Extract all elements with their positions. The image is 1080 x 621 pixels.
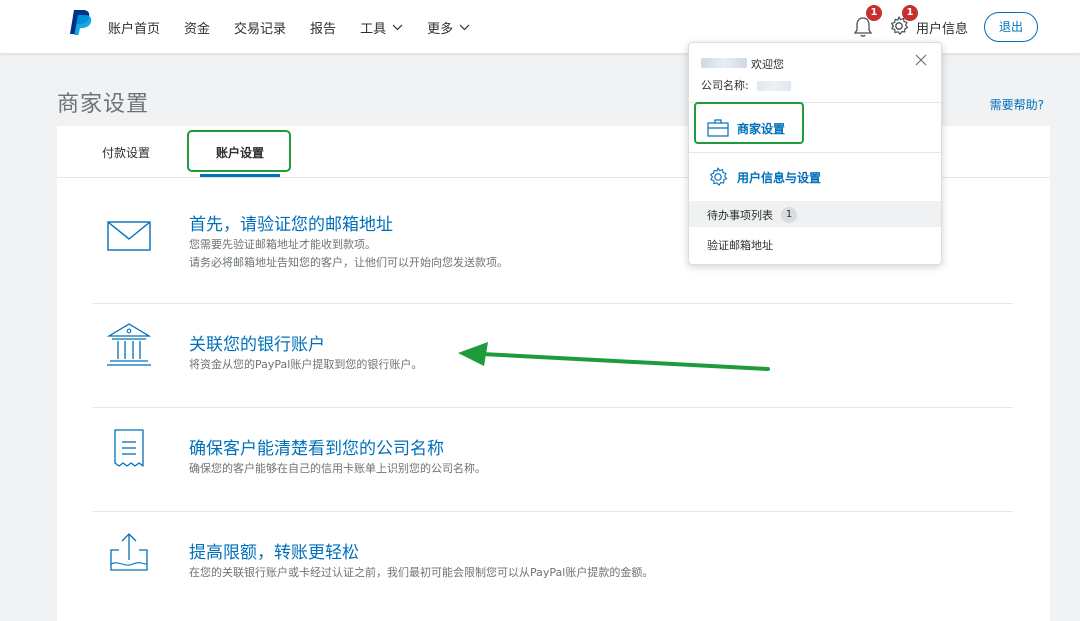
highlight-box-tab <box>187 130 291 172</box>
dropdown-user-settings[interactable]: 用户信息与设置 <box>689 152 941 202</box>
settings-badge: 1 <box>901 5 918 21</box>
notifications-button[interactable]: 1 <box>852 5 882 39</box>
nav-link-more[interactable]: 更多 <box>427 18 470 37</box>
chevron-down-icon <box>459 24 470 30</box>
paypal-logo[interactable] <box>68 8 94 36</box>
tab-payment-settings[interactable]: 付款设置 <box>102 144 150 161</box>
item-desc: 确保您的客户能够在自己的信用卡账单上识别您的公司名称。 <box>189 460 486 478</box>
receipt-icon <box>114 429 144 467</box>
dropdown-company-label: 公司名称: <box>701 79 749 92</box>
notification-badge: 1 <box>865 5 882 21</box>
settings-button[interactable]: 1 <box>888 5 918 39</box>
envelope-icon <box>107 221 151 251</box>
list-item-link-bank[interactable]: 关联您的银行账户 将资金从您的PayPal账户提取到您的银行账户。 <box>93 304 1013 408</box>
nav-link-tools[interactable]: 工具 <box>360 18 403 37</box>
settings-dropdown: 欢迎您 公司名称: 商家设置 用户信息与设置 待办事项列表 1 验证邮箱地址 <box>688 42 942 265</box>
item-title[interactable]: 提高限额，转账更轻松 <box>189 538 359 563</box>
nav-link-more-label: 更多 <box>427 21 454 37</box>
item-desc-line: 确保您的客户能够在自己的信用卡账单上识别您的公司名称。 <box>189 462 486 475</box>
nav-link-home[interactable]: 账户首页 <box>108 18 160 37</box>
item-title[interactable]: 关联您的银行账户 <box>189 330 325 355</box>
item-desc: 在您的关联银行账户或卡经过认证之前，我们最初可能会限制您可以从PayPal账户提… <box>189 564 653 582</box>
nav-link-funds[interactable]: 资金 <box>184 18 210 37</box>
redacted-company-name <box>757 81 791 91</box>
todo-label: 待办事项列表 <box>707 209 773 222</box>
todo-header: 待办事项列表 1 <box>689 201 941 227</box>
todo-count-badge: 1 <box>781 207 797 223</box>
close-icon[interactable] <box>915 54 927 66</box>
nav-link-reports[interactable]: 报告 <box>310 18 336 37</box>
item-desc: 您需要先验证邮箱地址才能收到款项。 请务必将邮箱地址告知您的客户，让他们可以开始… <box>189 236 508 272</box>
dropdown-merchant-settings[interactable]: 商家设置 <box>689 103 941 153</box>
nav-link-transactions[interactable]: 交易记录 <box>234 18 286 37</box>
item-desc: 将资金从您的PayPal账户提取到您的银行账户。 <box>189 356 422 374</box>
item-desc-line: 您需要先验证邮箱地址才能收到款项。 <box>189 238 376 251</box>
bank-icon <box>106 323 152 366</box>
redacted-username <box>701 58 747 68</box>
logout-button[interactable]: 退出 <box>983 12 1038 42</box>
item-desc-line: 将资金从您的PayPal账户提取到您的银行账户。 <box>189 358 423 371</box>
dropdown-merchant-settings-label: 商家设置 <box>737 122 786 136</box>
nav-links: 账户首页 资金 交易记录 报告 工具 更多 <box>108 0 494 54</box>
nav-link-tools-label: 工具 <box>360 21 387 37</box>
help-link[interactable]: 需要帮助? <box>990 96 1044 113</box>
dropdown-user-settings-label: 用户信息与设置 <box>737 171 822 185</box>
dropdown-welcome: 欢迎您 <box>751 58 784 71</box>
todo-item-verify-email[interactable]: 验证邮箱地址 <box>707 237 773 253</box>
chevron-down-icon <box>392 24 403 30</box>
item-title[interactable]: 确保客户能清楚看到您的公司名称 <box>189 434 444 459</box>
briefcase-icon <box>707 119 729 137</box>
active-tab-indicator <box>200 174 280 177</box>
gear-icon <box>710 167 728 186</box>
upload-icon <box>110 533 148 571</box>
page-title: 商家设置 <box>57 92 150 117</box>
list-item-company-name[interactable]: 确保客户能清楚看到您的公司名称 确保您的客户能够在自己的信用卡账单上识别您的公司… <box>93 408 1013 512</box>
list-item-raise-limit[interactable]: 提高限额，转账更轻松 在您的关联银行账户或卡经过认证之前，我们最初可能会限制您可… <box>93 512 1013 616</box>
item-desc-line: 请务必将邮箱地址告知您的客户，让他们可以开始向您发送款项。 <box>189 256 508 269</box>
user-info-link[interactable]: 用户信息 <box>916 18 968 37</box>
item-title[interactable]: 首先，请验证您的邮箱地址 <box>189 210 393 235</box>
item-desc-line: 在您的关联银行账户或卡经过认证之前，我们最初可能会限制您可以从PayPal账户提… <box>189 566 654 579</box>
